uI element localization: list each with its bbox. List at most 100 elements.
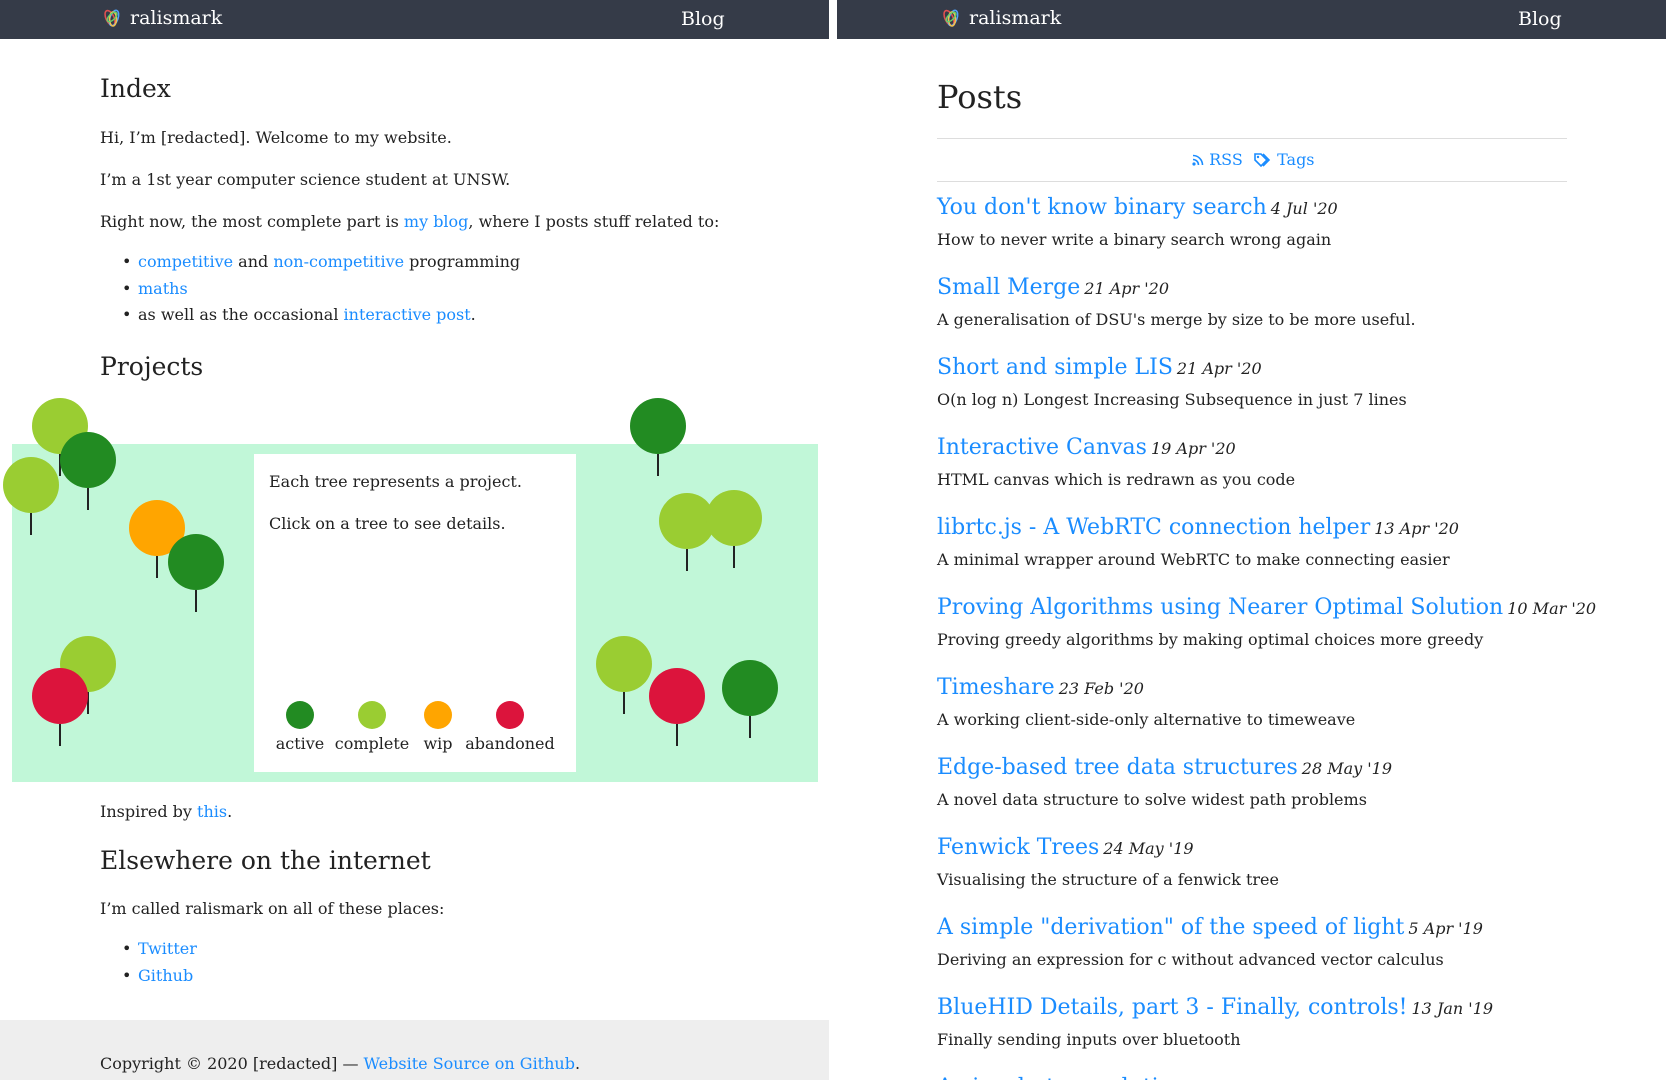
tree-trunk: [686, 549, 688, 571]
tree-canopy: [596, 636, 652, 692]
info-line-1: Each tree represents a project.: [269, 472, 522, 491]
list-item: competitive and non-competitive programm…: [100, 252, 520, 279]
competitive-link[interactable]: competitive: [138, 252, 233, 271]
tree-trunk: [676, 724, 678, 746]
legend-dot: [496, 701, 524, 729]
post-entry: Timeshare 23 Feb '20: [937, 675, 1144, 700]
tree-canopy: [630, 398, 686, 454]
nav-blog-link[interactable]: Blog: [681, 8, 725, 30]
tree-trunk: [623, 692, 625, 714]
post-entry: librtc.js - A WebRTC connection helper 13…: [937, 515, 1459, 540]
intro-line-3: Right now, the most complete part is my …: [100, 212, 719, 231]
tree-trunk: [733, 546, 735, 568]
occasional-text: as well as the occasional: [138, 305, 344, 324]
programming-text: programming: [404, 252, 521, 271]
post-title-link[interactable]: Edge-based tree data structures: [937, 755, 1298, 780]
post-entry: BlueHID Details, part 3 - Finally, contr…: [937, 995, 1493, 1020]
list-item: maths: [100, 279, 520, 306]
post-description: A working client-side-only alternative t…: [937, 710, 1356, 729]
divider: [937, 138, 1567, 139]
legend-dot: [286, 701, 314, 729]
nav-blog-link[interactable]: Blog: [1518, 8, 1562, 30]
post-title-link[interactable]: BlueHID Details, part 3 - Finally, contr…: [937, 995, 1408, 1020]
post-date: 28 May '19: [1301, 759, 1393, 778]
non-competitive-link[interactable]: non-competitive: [273, 252, 404, 271]
tree-canopy: [168, 534, 224, 590]
post-title-link[interactable]: Timeshare: [937, 675, 1055, 700]
index-heading: Index: [100, 74, 171, 103]
post-title-link[interactable]: Proving Algorithms using Nearer Optimal …: [937, 595, 1503, 620]
post-date: 5 Apr '19: [1408, 919, 1483, 938]
and-text: and: [233, 252, 274, 271]
post-date: 13 Apr '20: [1374, 519, 1459, 538]
github-link[interactable]: Github: [138, 966, 193, 985]
post-entry: A visual nt... evolution: [937, 1075, 1186, 1080]
inspired-link[interactable]: this: [197, 802, 227, 821]
intro-line-1: Hi, I’m [redacted]. Welcome to my websit…: [100, 128, 452, 147]
post-title-link[interactable]: Fenwick Trees: [937, 835, 1099, 860]
post-title-link[interactable]: Small Merge: [937, 275, 1080, 300]
elsewhere-text: I’m called ralismark on all of these pla…: [100, 899, 445, 918]
post-description: Finally sending inputs over bluetooth: [937, 1030, 1241, 1049]
post-title-link[interactable]: You don't know binary search: [937, 195, 1267, 220]
period-text: .: [470, 305, 476, 324]
twitter-link[interactable]: Twitter: [138, 939, 197, 958]
inspired-prefix: Inspired by: [100, 802, 198, 821]
post-title-link[interactable]: librtc.js - A WebRTC connection helper: [937, 515, 1370, 540]
post-entry: Interactive Canvas 19 Apr '20: [937, 435, 1236, 460]
source-link[interactable]: Website Source on Github: [364, 1054, 575, 1073]
tree-canopy: [649, 668, 705, 724]
projects-heading: Projects: [100, 352, 204, 381]
tags-icon: [1254, 150, 1277, 169]
post-date: 19 Apr '20: [1150, 439, 1236, 458]
intro-line-3-prefix: Right now, the most complete part is: [100, 212, 404, 231]
post-entry: Small Merge 21 Apr '20: [937, 275, 1169, 300]
tags-link[interactable]: Tags: [1254, 150, 1315, 169]
navbar: ralismark Blog: [837, 0, 1666, 39]
divider: [937, 181, 1567, 182]
post-description: A minimal wrapper around WebRTC to make …: [937, 550, 1450, 569]
tree-trunk: [30, 513, 32, 535]
tree-canopy: [722, 660, 778, 716]
post-entry: Short and simple LIS 21 Apr '20: [937, 355, 1262, 380]
legend-label: wip: [423, 734, 453, 753]
rss-icon: [1192, 150, 1209, 169]
tree-trunk: [749, 716, 751, 738]
post-title-link[interactable]: Interactive Canvas: [937, 435, 1147, 460]
navbar: ralismark Blog: [0, 0, 829, 39]
post-entry: Proving Algorithms using Nearer Optimal …: [937, 595, 1596, 620]
post-description: Deriving an expression for c without adv…: [937, 950, 1444, 969]
post-title-link[interactable]: A simple "derivation" of the speed of li…: [937, 915, 1404, 940]
maths-link[interactable]: maths: [138, 279, 188, 298]
legend-dot: [424, 701, 452, 729]
post-date: 10 Mar '20: [1507, 599, 1597, 618]
tree-trunk: [59, 724, 61, 746]
tree-trunk: [87, 488, 89, 510]
interactive-post-link[interactable]: interactive post: [344, 305, 471, 324]
my-blog-link[interactable]: my blog: [404, 212, 469, 231]
post-date: 24 May '19: [1103, 839, 1194, 858]
tree-trunk: [195, 590, 197, 612]
brand-link[interactable]: ralismark: [941, 7, 1061, 29]
post-title-link[interactable]: A visual nt... evolution: [937, 1075, 1186, 1080]
brand-link[interactable]: ralismark: [102, 7, 222, 29]
pane-divider: [829, 0, 837, 1080]
post-description: How to never write a binary search wrong…: [937, 230, 1332, 249]
post-entry: Fenwick Trees 24 May '19: [937, 835, 1194, 860]
topics-list: competitive and non-competitive programm…: [100, 252, 520, 332]
tree-canopy: [32, 668, 88, 724]
inspired-suffix: .: [227, 802, 233, 821]
rss-link[interactable]: RSS: [1192, 150, 1243, 169]
list-item: Github: [100, 966, 197, 993]
post-title-link[interactable]: Short and simple LIS: [937, 355, 1173, 380]
legend-label: abandoned: [465, 734, 555, 753]
legend-label: complete: [334, 734, 410, 753]
copyright-prefix: Copyright © 2020 [redacted] —: [100, 1054, 364, 1073]
post-description: HTML canvas which is redrawn as you code: [937, 470, 1296, 489]
post-date: 21 Apr '20: [1084, 279, 1170, 298]
elsewhere-heading: Elsewhere on the internet: [100, 846, 431, 875]
post-date: 13 Jan '19: [1411, 999, 1494, 1018]
posts-heading: Posts: [937, 78, 1023, 116]
logo-icon: [941, 7, 963, 29]
tree-canopy: [3, 457, 59, 513]
